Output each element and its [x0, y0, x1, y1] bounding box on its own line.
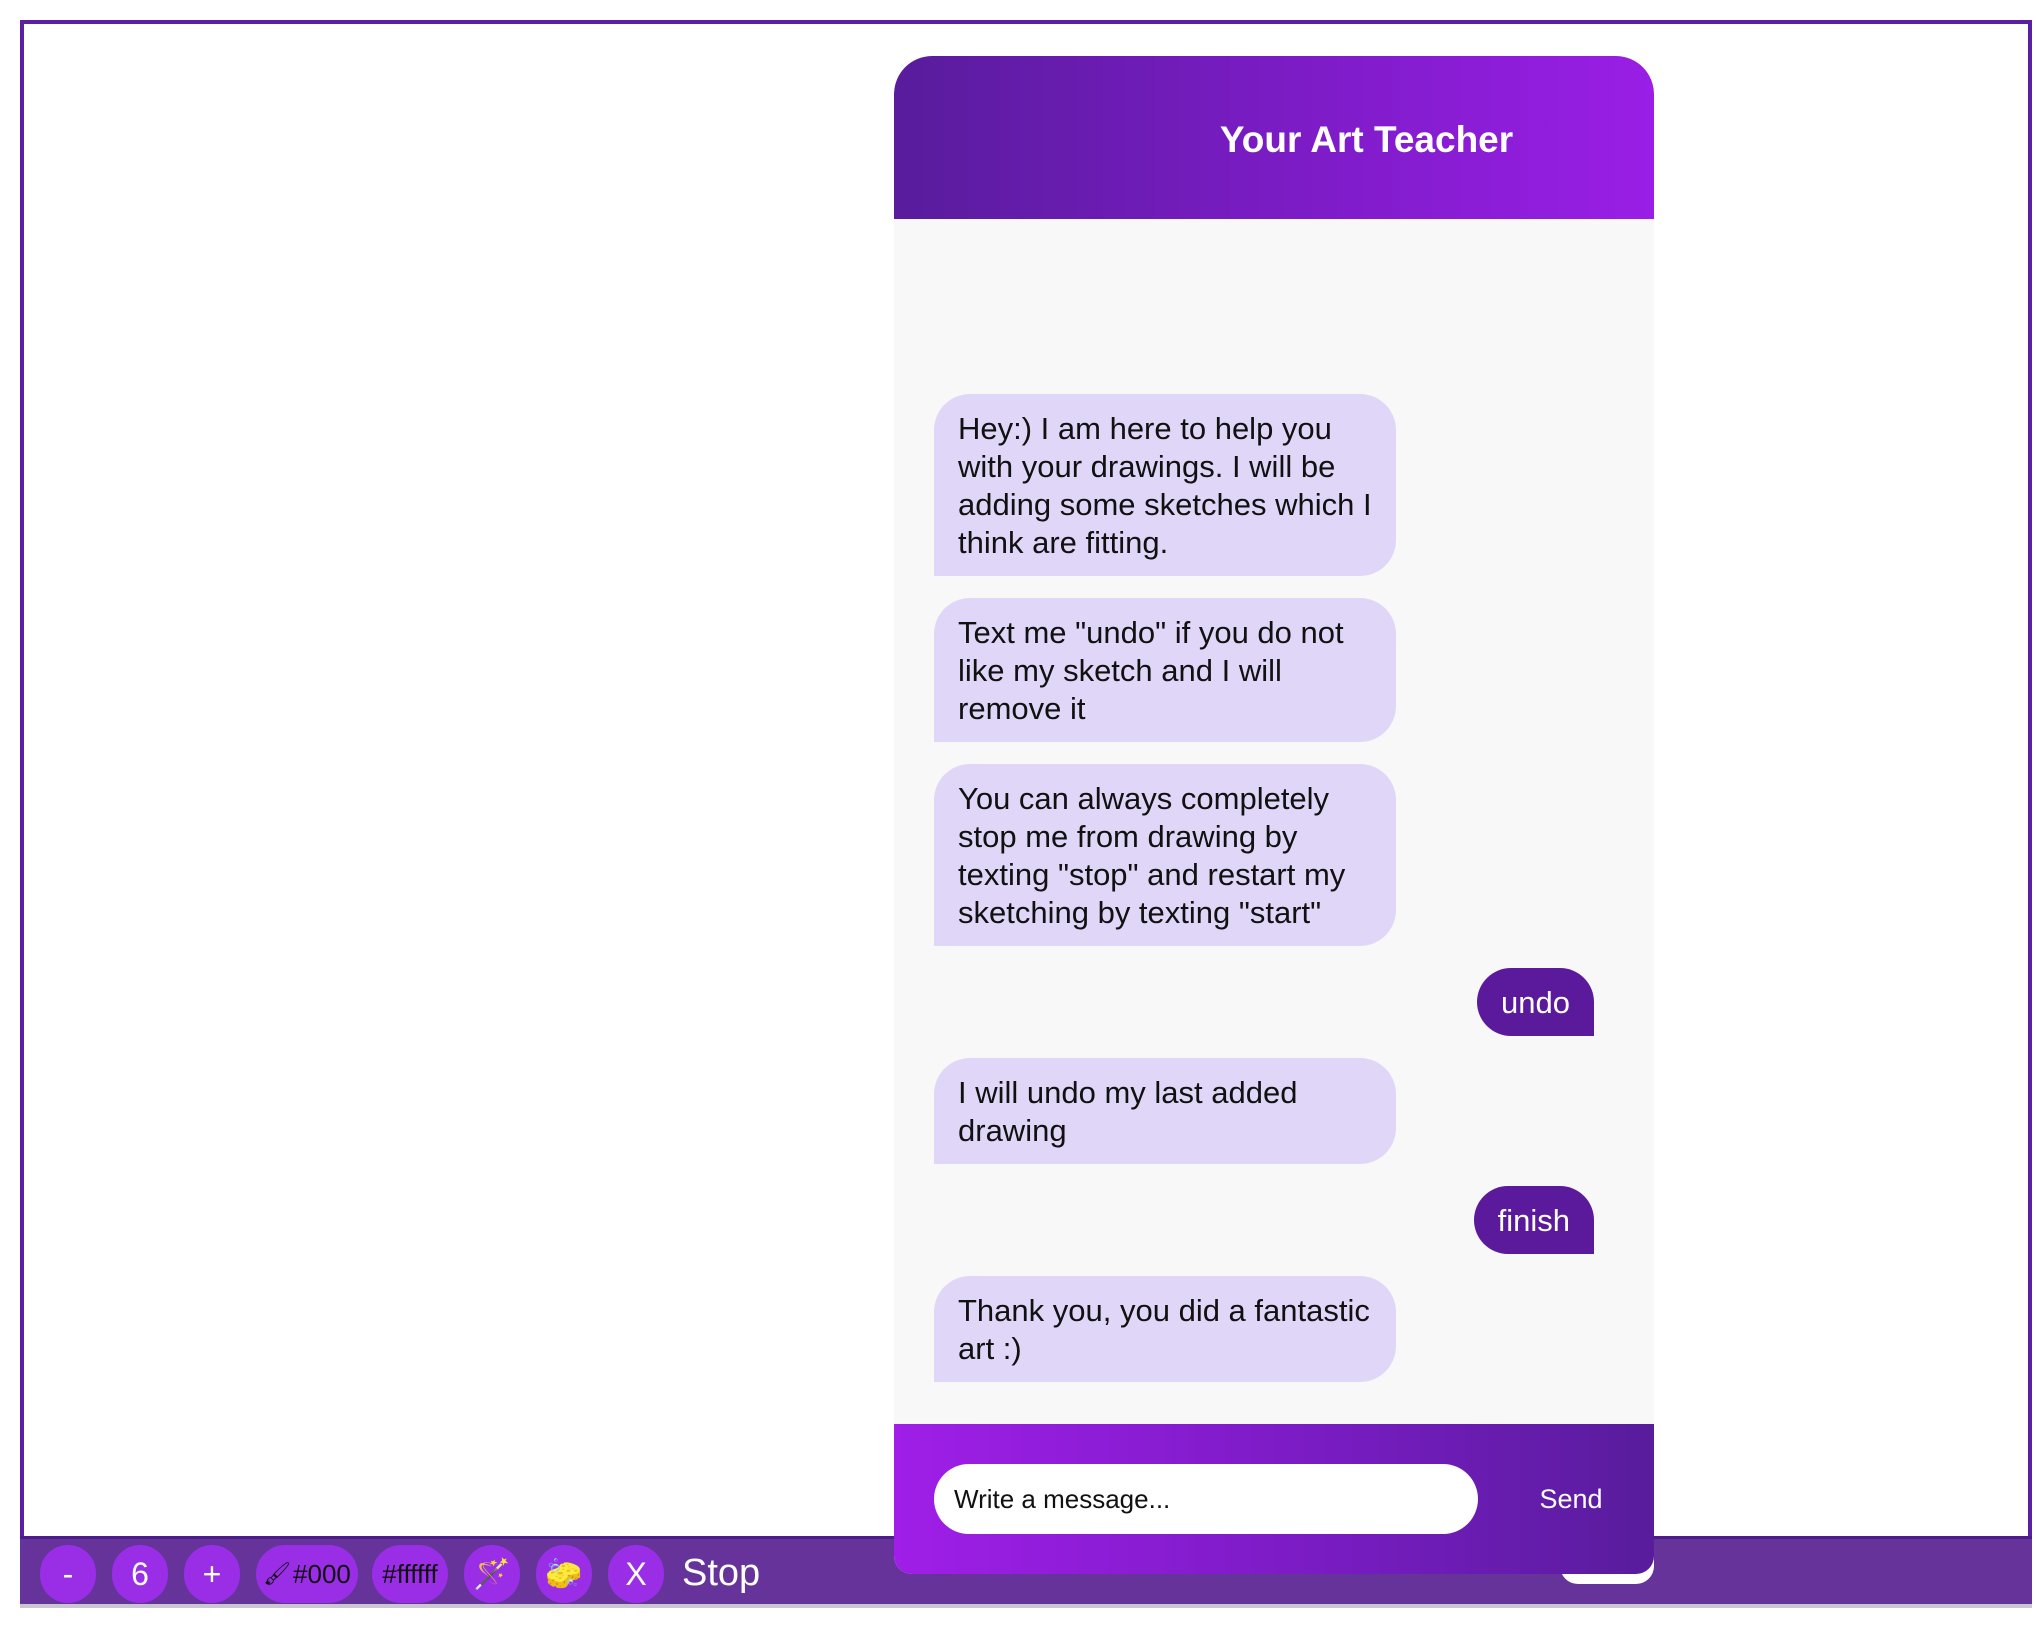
eraser-button[interactable]: 🧽 — [536, 1545, 592, 1603]
bot-message: Thank you, you did a fantastic art :) — [934, 1276, 1396, 1382]
stroke-color-label: #000 — [293, 1558, 351, 1589]
chat-window: Your Art Teacher Hey:) I am here to help… — [894, 56, 1654, 1574]
bot-message: You can always completely stop me from d… — [934, 764, 1396, 946]
bot-message: Text me "undo" if you do not like my ske… — [934, 598, 1396, 742]
stroke-color-button[interactable]: 🖌 #000 — [256, 1545, 358, 1603]
increase-size-button[interactable]: + — [184, 1545, 240, 1603]
brush-size-value: 6 — [112, 1545, 168, 1603]
chat-header: Your Art Teacher — [894, 56, 1654, 219]
magic-wand-button[interactable]: 🪄 — [464, 1545, 520, 1603]
bot-message: I will undo my last added drawing — [934, 1058, 1396, 1164]
clear-canvas-button[interactable]: X — [608, 1545, 664, 1603]
chat-title: Your Art Teacher — [1219, 119, 1514, 160]
decrease-size-button[interactable]: - — [40, 1545, 96, 1603]
bot-message: Hey:) I am here to help you with your dr… — [934, 394, 1396, 576]
brush-icon: 🖌 — [263, 1561, 292, 1586]
message-input[interactable]: Write a message... — [934, 1464, 1478, 1534]
stop-button[interactable]: Stop — [682, 1547, 760, 1599]
fill-color-button[interactable]: #ffffff — [372, 1545, 448, 1603]
chat-footer: Write a message... Send — [894, 1424, 1654, 1574]
user-message: finish — [1473, 1186, 1594, 1254]
magic-wand-icon: 🪄 — [473, 1557, 511, 1591]
user-message: undo — [1477, 968, 1594, 1036]
send-button[interactable]: Send — [1534, 1464, 1608, 1534]
sponge-eraser-icon: 🧽 — [545, 1557, 583, 1591]
fill-color-label: #ffffff — [382, 1558, 438, 1589]
